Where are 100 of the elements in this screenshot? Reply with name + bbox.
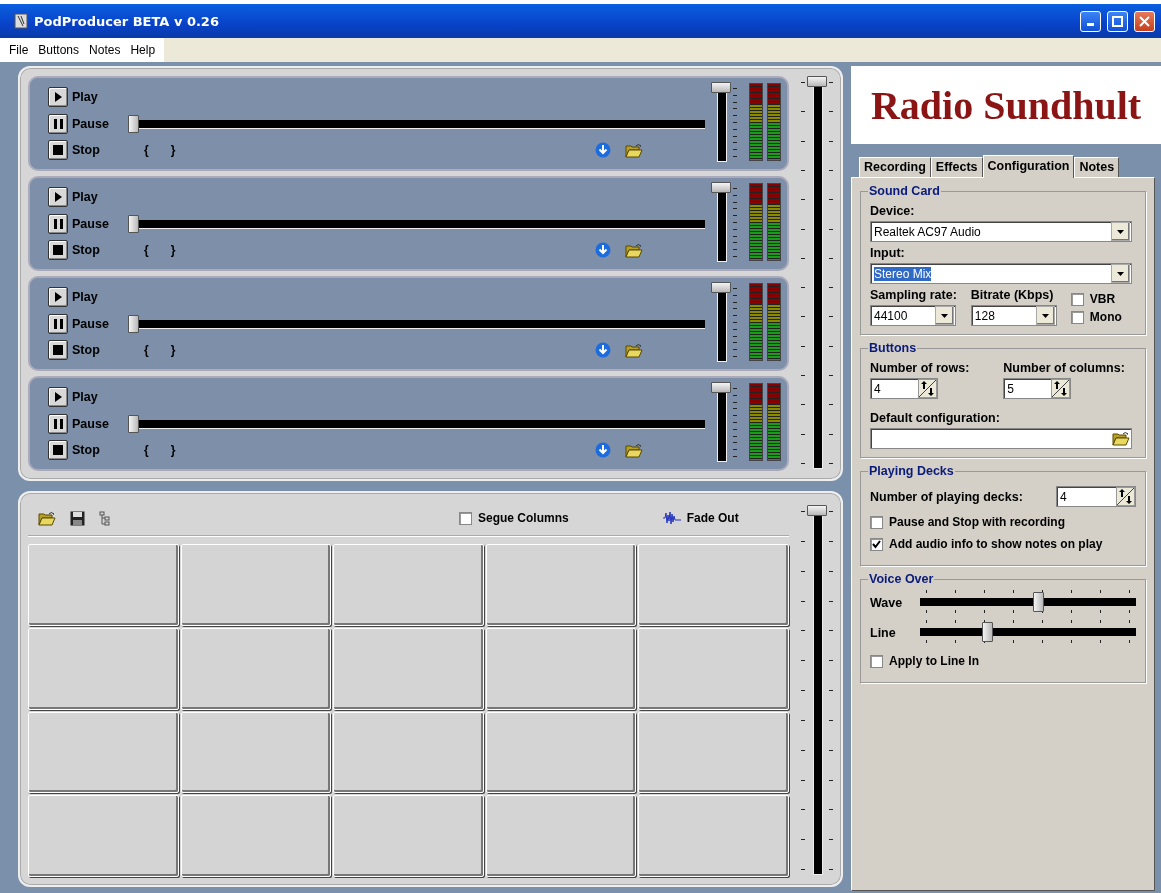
play-button[interactable]: Play: [48, 387, 128, 407]
sound-pad[interactable]: [180, 627, 332, 710]
sound-pad[interactable]: [638, 711, 789, 794]
play-button[interactable]: Play: [48, 187, 128, 207]
slider-thumb[interactable]: [1032, 592, 1044, 612]
slider-thumb[interactable]: [807, 76, 827, 87]
folder-icon[interactable]: [625, 442, 643, 458]
tree-icon[interactable]: [99, 510, 111, 526]
menu-item[interactable]: Buttons: [33, 41, 85, 59]
tab[interactable]: Configuration: [982, 155, 1075, 178]
checkbox[interactable]: [870, 515, 883, 529]
sound-pad[interactable]: [28, 711, 179, 794]
dropdown-field[interactable]: Stereo Mix: [870, 263, 1132, 284]
play-button[interactable]: Play: [48, 87, 128, 107]
volume-slider[interactable]: [711, 82, 737, 162]
menu-item[interactable]: File: [4, 41, 34, 59]
waveform-icon[interactable]: [662, 511, 681, 525]
play-button[interactable]: Play: [48, 287, 128, 307]
pause-button[interactable]: Pause: [48, 413, 128, 434]
sound-pad[interactable]: [180, 795, 332, 877]
checkbox[interactable]: [1070, 292, 1084, 306]
sound-pad[interactable]: [180, 711, 332, 794]
tab[interactable]: Recording: [859, 157, 931, 177]
volume-slider[interactable]: [711, 282, 737, 362]
down-arrow-icon[interactable]: [595, 242, 611, 258]
position-slider[interactable]: [128, 314, 705, 333]
volume-slider[interactable]: [711, 182, 737, 262]
sound-pad[interactable]: [28, 544, 179, 626]
slider-thumb[interactable]: [711, 282, 731, 293]
position-slider[interactable]: [128, 214, 705, 233]
checkbox[interactable]: [870, 537, 883, 551]
fade-out-label[interactable]: Fade Out: [686, 511, 739, 525]
dropdown-caret-icon[interactable]: [1035, 306, 1055, 325]
maximize-button[interactable]: [1107, 10, 1128, 32]
volume-slider[interactable]: [711, 382, 737, 462]
tab[interactable]: Effects: [930, 157, 983, 177]
sound-pad[interactable]: [638, 795, 789, 877]
dropdown-caret-icon[interactable]: [935, 306, 954, 325]
sound-pad[interactable]: [333, 795, 484, 877]
folder-icon[interactable]: [625, 342, 643, 358]
tab[interactable]: Notes: [1074, 157, 1120, 177]
sound-pad[interactable]: [485, 711, 637, 794]
position-slider[interactable]: [128, 414, 705, 433]
sound-pad[interactable]: [333, 711, 484, 794]
slider-thumb[interactable]: [807, 505, 827, 516]
slider-thumb[interactable]: [711, 182, 731, 193]
slider-thumb[interactable]: [128, 314, 139, 333]
sound-pad[interactable]: [485, 544, 637, 626]
dropdown-field[interactable]: 128: [970, 305, 1057, 326]
slider-thumb[interactable]: [128, 214, 139, 233]
menu-item[interactable]: Help: [125, 41, 161, 59]
sound-pad[interactable]: [638, 627, 789, 710]
spin-arrows-icon[interactable]: [1116, 487, 1135, 506]
slider-thumb[interactable]: [128, 414, 139, 433]
pause-button[interactable]: Pause: [48, 313, 128, 334]
pause-button[interactable]: Pause: [48, 113, 128, 134]
minimize-button[interactable]: [1080, 10, 1101, 32]
sound-pad[interactable]: [28, 627, 179, 710]
close-button[interactable]: [1134, 10, 1155, 32]
stop-button[interactable]: Stop: [48, 240, 128, 260]
spin-field[interactable]: 5: [1003, 378, 1072, 399]
spin-arrows-icon[interactable]: [918, 379, 937, 398]
slider-thumb[interactable]: [711, 82, 731, 93]
browse-folder-icon[interactable]: [1112, 431, 1130, 446]
spin-field[interactable]: 4: [870, 378, 938, 399]
open-folder-icon[interactable]: [38, 510, 56, 526]
file-path-field[interactable]: [870, 428, 1132, 449]
spin-arrows-icon[interactable]: [1051, 379, 1071, 398]
master-volume-slider[interactable]: [801, 76, 833, 469]
down-arrow-icon[interactable]: [595, 442, 611, 458]
sound-pad[interactable]: [638, 544, 789, 626]
sound-pad[interactable]: [180, 544, 332, 626]
sound-pad[interactable]: [333, 627, 484, 710]
checkbox[interactable]: [870, 654, 883, 668]
folder-icon[interactable]: [625, 142, 643, 158]
slider-thumb[interactable]: [981, 622, 993, 642]
dropdown-caret-icon[interactable]: [1111, 264, 1130, 283]
menu-item[interactable]: Notes: [84, 41, 126, 59]
sound-pad[interactable]: [333, 544, 484, 626]
dropdown-field[interactable]: Realtek AC97 Audio: [870, 221, 1132, 242]
line-slider[interactable]: [920, 618, 1136, 646]
sound-pad[interactable]: [485, 795, 637, 877]
position-slider[interactable]: [128, 114, 705, 133]
stop-button[interactable]: Stop: [48, 440, 128, 460]
save-icon[interactable]: [70, 510, 85, 526]
folder-icon[interactable]: [625, 242, 643, 258]
stop-button[interactable]: Stop: [48, 340, 128, 360]
spin-field[interactable]: 4: [1056, 486, 1136, 507]
slider-thumb[interactable]: [711, 382, 731, 393]
dropdown-field[interactable]: 44100: [870, 305, 956, 326]
sound-pad[interactable]: [28, 795, 179, 877]
down-arrow-icon[interactable]: [595, 142, 611, 158]
wave-slider[interactable]: [920, 588, 1136, 616]
checkbox[interactable]: [459, 511, 472, 525]
sound-pad[interactable]: [485, 627, 637, 710]
pause-button[interactable]: Pause: [48, 213, 128, 234]
stop-button[interactable]: Stop: [48, 140, 128, 160]
down-arrow-icon[interactable]: [595, 342, 611, 358]
dropdown-caret-icon[interactable]: [1111, 222, 1130, 241]
slider-thumb[interactable]: [128, 114, 139, 133]
